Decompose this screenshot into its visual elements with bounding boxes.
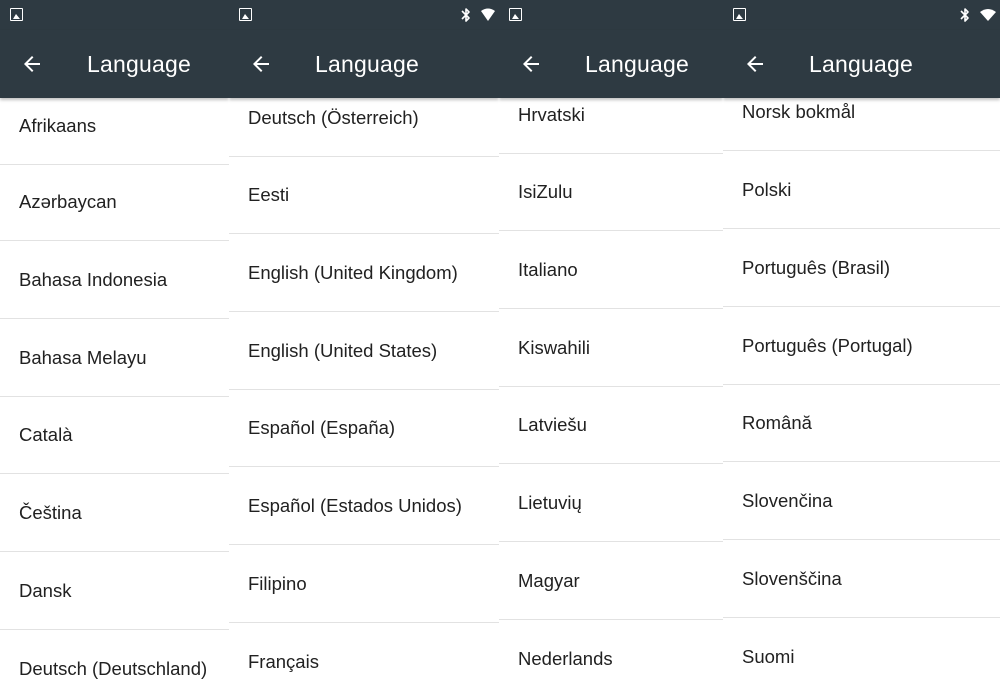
back-arrow-icon[interactable]	[743, 52, 767, 76]
status-icons	[960, 6, 996, 24]
language-label: Català	[19, 424, 73, 445]
list-item[interactable]: Español (España)	[229, 390, 499, 467]
list-item[interactable]: Português (Brasil)	[723, 230, 1000, 307]
language-label: Deutsch (Deutschland)	[19, 658, 208, 679]
image-notification-icon	[733, 8, 746, 21]
back-arrow-icon[interactable]	[519, 52, 543, 76]
language-label: Italiano	[518, 259, 578, 280]
list-item[interactable]: Português (Portugal)	[723, 308, 1000, 385]
image-notification-icon	[10, 8, 23, 21]
status-icons	[461, 6, 495, 24]
language-label: Filipino	[248, 573, 307, 594]
app-bar: Language	[499, 30, 723, 98]
bluetooth-icon	[960, 7, 970, 23]
back-arrow-icon[interactable]	[249, 52, 273, 76]
language-list[interactable]: Norsk bokmål Polski Português (Brasil) P…	[723, 98, 1000, 685]
language-screen-3: Language Hrvatski IsiZulu Italiano Kiswa…	[499, 0, 723, 685]
language-label: Français	[248, 651, 319, 672]
list-item[interactable]: Norsk bokmål	[723, 98, 1000, 151]
language-screen-2: Language Deutsch (Österreich) Eesti Engl…	[229, 0, 499, 685]
list-item[interactable]: English (United States)	[229, 313, 499, 390]
list-item[interactable]: Hrvatski	[499, 98, 723, 154]
language-label: Bahasa Melayu	[19, 347, 147, 368]
language-label: Español (Estados Unidos)	[248, 495, 462, 516]
list-item[interactable]: Français	[229, 624, 499, 685]
language-label: Afrikaans	[19, 115, 97, 136]
language-label: Español (España)	[248, 417, 396, 438]
wifi-icon	[980, 8, 996, 22]
language-label: Suomi	[742, 646, 795, 667]
language-label: English (United States)	[248, 340, 438, 361]
language-label: Dansk	[19, 580, 72, 601]
language-screen-4: Language Norsk bokmål Polski Português (…	[723, 0, 1000, 685]
language-label: Bahasa Indonesia	[19, 269, 168, 290]
language-label: Eesti	[248, 184, 290, 205]
list-item[interactable]: Kiswahili	[499, 310, 723, 387]
language-label: Latviešu	[518, 414, 587, 435]
list-item[interactable]: Eesti	[229, 157, 499, 234]
language-label: Português (Brasil)	[742, 257, 891, 278]
language-label: Slovenščina	[742, 568, 842, 589]
list-item[interactable]: Slovenčina	[723, 463, 1000, 540]
page-title: Language	[585, 51, 689, 77]
list-item[interactable]: Čeština	[0, 475, 229, 552]
language-label: Deutsch (Österreich)	[248, 107, 419, 128]
language-label: Hrvatski	[518, 104, 585, 125]
page-title: Language	[87, 51, 191, 77]
list-item[interactable]: Lietuvių	[499, 465, 723, 542]
page-title: Language	[315, 51, 419, 77]
status-bar	[229, 0, 499, 30]
image-notification-icon	[509, 8, 522, 21]
list-item[interactable]: Filipino	[229, 546, 499, 623]
app-bar: Language	[0, 30, 229, 98]
page-title: Language	[809, 51, 913, 77]
list-item[interactable]: Polski	[723, 152, 1000, 229]
status-bar	[499, 0, 723, 30]
list-item[interactable]: IsiZulu	[499, 154, 723, 231]
list-item[interactable]: Nederlands	[499, 621, 723, 685]
language-list[interactable]: Afrikaans Azərbaycan Bahasa Indonesia Ba…	[0, 98, 229, 685]
list-item[interactable]: Bahasa Indonesia	[0, 242, 229, 319]
language-list[interactable]: Hrvatski IsiZulu Italiano Kiswahili Latv…	[499, 98, 723, 685]
list-item[interactable]: Dansk	[0, 553, 229, 630]
language-label: Slovenčina	[742, 490, 833, 511]
language-label: Nederlands	[518, 648, 613, 669]
list-item[interactable]: Afrikaans	[0, 98, 229, 165]
list-item[interactable]: Bahasa Melayu	[0, 320, 229, 397]
language-label: Lietuvių	[518, 492, 582, 513]
list-item[interactable]: Español (Estados Unidos)	[229, 468, 499, 545]
image-notification-icon	[239, 8, 252, 21]
language-label: IsiZulu	[518, 181, 573, 202]
language-screen-1: Language Afrikaans Azərbaycan Bahasa Ind…	[0, 0, 229, 685]
language-label: Polski	[742, 179, 792, 200]
list-item[interactable]: Italiano	[499, 232, 723, 309]
list-item[interactable]: Suomi	[723, 619, 1000, 685]
status-bar	[723, 0, 1000, 30]
list-item[interactable]: Azərbaycan	[0, 164, 229, 241]
app-bar: Language	[229, 30, 499, 98]
list-item[interactable]: Slovenščina	[723, 541, 1000, 618]
language-label: Azərbaycan	[19, 191, 117, 212]
list-item[interactable]: Latviešu	[499, 387, 723, 464]
list-item[interactable]: Català	[0, 397, 229, 474]
language-label: Čeština	[19, 502, 82, 523]
language-label: Português (Portugal)	[742, 335, 913, 356]
wifi-icon	[481, 8, 495, 22]
app-bar: Language	[723, 30, 1000, 98]
back-arrow-icon[interactable]	[20, 52, 44, 76]
list-item[interactable]: Deutsch (Österreich)	[229, 98, 499, 157]
list-item[interactable]: Deutsch (Deutschland)	[0, 631, 229, 685]
list-item[interactable]: Magyar	[499, 543, 723, 620]
language-label: Română	[742, 412, 812, 433]
language-label: Kiswahili	[518, 337, 590, 358]
list-item[interactable]: English (United Kingdom)	[229, 235, 499, 312]
language-label: Magyar	[518, 570, 580, 591]
language-list[interactable]: Deutsch (Österreich) Eesti English (Unit…	[229, 98, 499, 685]
status-bar	[0, 0, 229, 30]
language-label: English (United Kingdom)	[248, 262, 458, 283]
bluetooth-icon	[461, 7, 471, 23]
language-label: Norsk bokmål	[742, 101, 856, 122]
list-item[interactable]: Română	[723, 385, 1000, 462]
